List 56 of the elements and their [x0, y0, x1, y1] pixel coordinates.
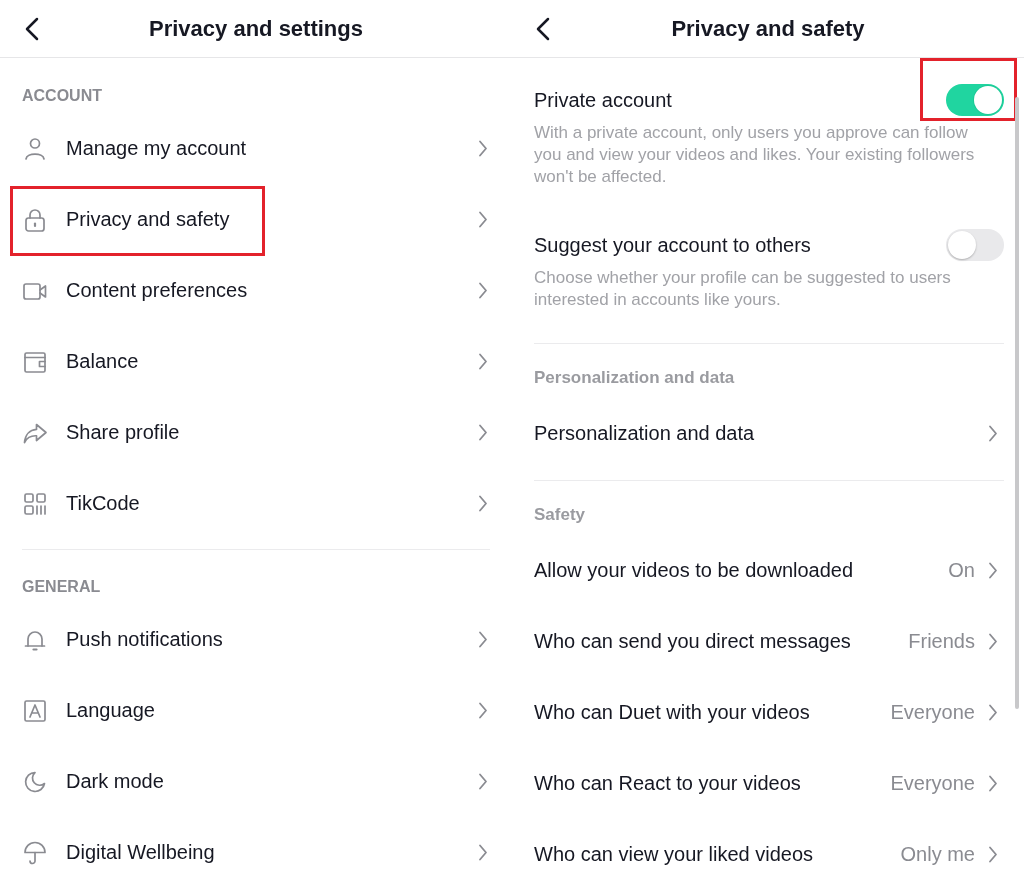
letter-a-icon: [22, 697, 48, 724]
menu-item[interactable]: Digital Wellbeing: [22, 817, 490, 872]
chevron-right-icon: [478, 140, 488, 157]
toggle-switch[interactable]: [946, 229, 1004, 261]
chevron-right-icon: [988, 775, 998, 792]
lock-icon: [22, 206, 48, 233]
toggle-switch[interactable]: [946, 84, 1004, 116]
screen-title: Privacy and safety: [671, 15, 865, 42]
setting-value: Everyone: [890, 701, 975, 724]
setting-row[interactable]: Allow your videos to be downloaded On: [534, 535, 1004, 606]
umbrella-icon: [22, 839, 48, 866]
chevron-right-icon: [478, 424, 488, 441]
qr-code-icon: [22, 490, 48, 517]
setting-value: Friends: [908, 630, 975, 653]
section-heading: Safety: [534, 505, 586, 525]
setting-value: Only me: [900, 843, 975, 866]
menu-item[interactable]: Language: [22, 675, 490, 746]
setting-row[interactable]: Who can Duet with your videos Everyone: [534, 677, 1004, 748]
menu-item[interactable]: Push notifications: [22, 604, 490, 675]
menu-item[interactable]: Share profile: [22, 397, 490, 468]
person-icon: [22, 135, 48, 162]
chevron-right-icon: [478, 631, 488, 648]
setting-row[interactable]: Who can view your liked videos Only me: [534, 819, 1004, 872]
screen-title: Privacy and settings: [149, 15, 363, 42]
chevron-right-icon: [988, 633, 998, 650]
menu-item[interactable]: Privacy and safety: [22, 184, 490, 255]
menu-item[interactable]: TikCode: [22, 468, 490, 539]
chevron-right-icon: [478, 844, 488, 861]
chevron-right-icon: [478, 211, 488, 228]
setting-title: Suggest your account to others: [534, 233, 811, 257]
menu-item[interactable]: Balance: [22, 326, 490, 397]
setting-description: With a private account, only users you approve can follow you and view your videos and likes. Your existing followers won't be affected.: [534, 122, 976, 188]
chevron-right-icon: [988, 846, 998, 863]
chevron-right-icon: [478, 282, 488, 299]
setting-title: Private account: [534, 88, 672, 112]
setting-description: Choose whether your profile can be suggested to users interested in accounts like yours.: [534, 267, 952, 311]
menu-item[interactable]: Content preferences: [22, 255, 490, 326]
menu-item[interactable]: Dark mode: [22, 746, 490, 817]
menu-item[interactable]: Manage my account: [22, 113, 490, 184]
chevron-right-icon: [478, 353, 488, 370]
chevron-right-icon: [988, 562, 998, 579]
chevron-right-icon: [988, 425, 998, 442]
setting-value: Everyone: [890, 772, 975, 795]
section-heading: ACCOUNT: [22, 86, 102, 106]
chevron-right-icon: [478, 773, 488, 790]
chevron-right-icon: [478, 702, 488, 719]
setting-row[interactable]: Who can send you direct messages Friends: [534, 606, 1004, 677]
section-heading: GENERAL: [22, 577, 101, 597]
back-icon[interactable]: [24, 16, 40, 41]
back-icon[interactable]: [535, 16, 551, 41]
setting-row[interactable]: Personalization and data: [534, 398, 1004, 469]
chevron-right-icon: [478, 495, 488, 512]
chevron-right-icon: [988, 704, 998, 721]
setting-value: On: [948, 559, 975, 582]
section-heading: Personalization and data: [534, 368, 735, 388]
setting-row[interactable]: Who can React to your videos Everyone: [534, 748, 1004, 819]
